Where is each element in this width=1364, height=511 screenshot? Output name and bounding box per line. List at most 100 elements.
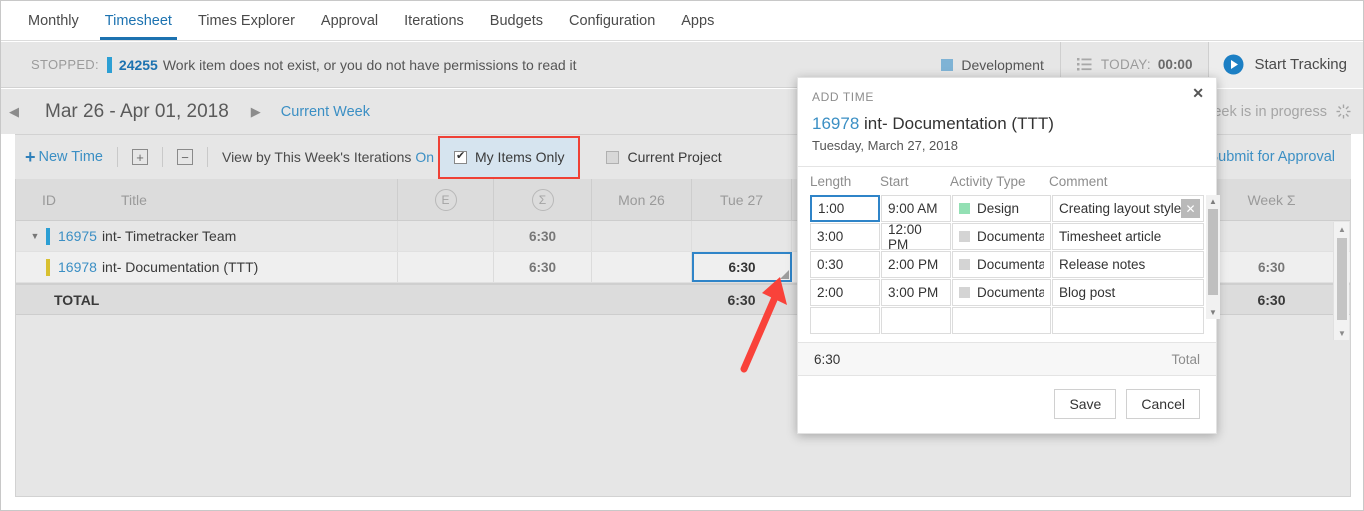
- scroll-up-icon[interactable]: ▲: [1334, 222, 1350, 236]
- entry-comment-input[interactable]: Timesheet article: [1052, 223, 1204, 250]
- my-items-only-highlight[interactable]: My Items Only: [438, 135, 581, 179]
- entries-header-row: Length Start Activity Type Comment: [810, 167, 1206, 195]
- grid-col-label: Tue 27: [719, 191, 764, 208]
- start-tracking-button[interactable]: Start Tracking: [1209, 41, 1363, 88]
- row-title-cell[interactable]: 16978 int- Documentation (TTT): [16, 252, 398, 282]
- collapse-all-icon: −: [176, 149, 193, 165]
- col-comment-label: Comment: [1049, 173, 1108, 189]
- tab-apps[interactable]: Apps: [668, 1, 727, 40]
- tab-approval[interactable]: Approval: [308, 1, 391, 40]
- entry-start-input[interactable]: [881, 307, 951, 334]
- close-icon[interactable]: ✕: [1192, 86, 1204, 103]
- tab-label: Iterations: [404, 12, 464, 29]
- week-range-label: Mar 26 - Apr 01, 2018: [45, 100, 229, 122]
- grid-col-estimate[interactable]: E: [398, 179, 494, 220]
- grid-vertical-scrollbar[interactable]: ▲ ▼: [1333, 222, 1349, 340]
- current-project-checkbox[interactable]: [606, 150, 620, 164]
- sum-circle-icon: Σ: [531, 188, 554, 211]
- tab-label: Approval: [320, 12, 379, 29]
- dialog-total-value: 6:30: [814, 351, 841, 367]
- next-week-button[interactable]: ▶: [243, 104, 269, 120]
- scroll-down-icon[interactable]: ▼: [1334, 326, 1350, 340]
- list-item[interactable]: 3:00 12:00 PM Documenta... Timesheet art…: [810, 222, 1206, 252]
- current-week-link[interactable]: Current Week: [281, 104, 370, 120]
- entry-comment-input[interactable]: [1052, 307, 1204, 334]
- expand-all-icon: +: [131, 149, 148, 165]
- entry-start-input[interactable]: 3:00 PM: [881, 279, 951, 306]
- entry-comment-input[interactable]: Blog post: [1052, 279, 1204, 306]
- entry-length-input[interactable]: 3:00: [810, 223, 880, 250]
- col-start-label: Start: [880, 173, 909, 189]
- entry-comment-input[interactable]: Release notes: [1052, 251, 1204, 278]
- new-time-button[interactable]: + New Time: [15, 147, 117, 168]
- entry-start-input[interactable]: 9:00 AM: [881, 195, 951, 222]
- scroll-down-icon[interactable]: ▼: [1206, 306, 1220, 319]
- status-task-id[interactable]: 24255: [119, 57, 158, 73]
- entry-activity-select[interactable]: Documenta...: [952, 279, 1051, 306]
- expand-all-button[interactable]: +: [118, 149, 162, 165]
- tab-iterations[interactable]: Iterations: [391, 1, 477, 40]
- project-chip-label: Development: [961, 56, 1044, 73]
- cancel-button[interactable]: Cancel: [1126, 389, 1200, 419]
- row-sum-cell[interactable]: 6:30: [494, 252, 592, 282]
- entry-length-input[interactable]: 1:00: [810, 195, 880, 222]
- view-by-state[interactable]: On: [415, 149, 434, 165]
- row-expand-caret[interactable]: ▼: [24, 231, 46, 241]
- submit-for-approval-button[interactable]: Submit for Approval: [1194, 134, 1349, 179]
- tab-budgets[interactable]: Budgets: [477, 1, 556, 40]
- estimate-circle-icon: E: [434, 188, 457, 211]
- list-item-empty[interactable]: [810, 307, 1206, 334]
- list-item[interactable]: 0:30 2:00 PM Documenta... Release notes: [810, 251, 1206, 278]
- grid-col-mon-26[interactable]: Mon 26: [592, 179, 692, 220]
- row-sum-cell[interactable]: 6:30: [494, 221, 592, 251]
- row-mon-cell[interactable]: [592, 221, 692, 251]
- entry-length-input[interactable]: [810, 307, 880, 334]
- entry-activity-select[interactable]: Documenta...: [952, 251, 1051, 278]
- collapse-all-button[interactable]: −: [163, 149, 207, 165]
- grid-col-sum[interactable]: Σ: [494, 179, 592, 220]
- scroll-thumb[interactable]: [1337, 238, 1347, 320]
- entry-activity-select[interactable]: Design: [952, 195, 1051, 222]
- dialog-work-item-id[interactable]: 16978: [812, 114, 859, 133]
- view-by-iterations-toggle[interactable]: View by This Week's Iterations On: [222, 149, 434, 165]
- entry-start-input[interactable]: 2:00 PM: [881, 251, 951, 278]
- save-button[interactable]: Save: [1054, 389, 1117, 419]
- scroll-up-icon[interactable]: ▲: [1206, 195, 1220, 208]
- tab-monthly[interactable]: Monthly: [15, 1, 92, 40]
- list-item[interactable]: 2:00 3:00 PM Documenta... Blog post: [810, 279, 1206, 306]
- row-tue-cell[interactable]: [692, 221, 792, 251]
- grid-col-tue-27[interactable]: Tue 27: [692, 179, 792, 220]
- my-items-only-checkbox[interactable]: [454, 150, 467, 164]
- dialog-title: 16978 int- Documentation (TTT): [812, 114, 1202, 134]
- row-mon-cell[interactable]: [592, 252, 692, 282]
- entry-length-input[interactable]: 2:00: [810, 279, 880, 306]
- entries-scrollbar[interactable]: ▲ ▼: [1206, 195, 1220, 319]
- row-title: int- Timetracker Team: [101, 228, 237, 244]
- row-title-cell[interactable]: ▼ 16975 int- Timetracker Team: [16, 221, 398, 251]
- entry-activity-label: Documenta...: [977, 285, 1044, 300]
- row-estimate-cell[interactable]: [398, 221, 494, 251]
- tab-label: Monthly: [28, 12, 79, 29]
- row-id[interactable]: 16975: [58, 228, 97, 244]
- timetracker-app: Monthly Timesheet Times Explorer Approva…: [0, 0, 1364, 511]
- row-estimate-cell[interactable]: [398, 252, 494, 282]
- delete-entry-icon[interactable]: ✕: [1181, 199, 1200, 218]
- tab-configuration[interactable]: Configuration: [556, 1, 668, 40]
- entry-comment-input[interactable]: Creating layout style ✕: [1052, 195, 1204, 222]
- current-project-filter[interactable]: Current Project: [606, 149, 722, 165]
- grid-col-id-title[interactable]: ID Title: [16, 179, 398, 220]
- list-item[interactable]: 1:00 9:00 AM Design Creating layout styl…: [810, 195, 1206, 222]
- tab-timesheet[interactable]: Timesheet: [92, 1, 185, 40]
- grid-col-label: Week Σ: [1247, 191, 1296, 208]
- prev-week-button[interactable]: ◀: [1, 104, 27, 120]
- tab-times-explorer[interactable]: Times Explorer: [185, 1, 308, 40]
- entry-start-input[interactable]: 12:00 PM: [881, 222, 951, 252]
- row-tue-cell-selected[interactable]: 6:30: [692, 252, 792, 282]
- row-id[interactable]: 16978: [58, 259, 97, 275]
- entry-activity-select[interactable]: Documenta...: [952, 223, 1051, 250]
- scroll-thumb[interactable]: [1208, 209, 1218, 295]
- entry-length-input[interactable]: 0:30: [810, 251, 880, 278]
- entry-activity-select[interactable]: [952, 307, 1051, 334]
- dialog-kicker: ADD TIME: [812, 90, 874, 104]
- col-activity-label: Activity Type: [950, 173, 1026, 189]
